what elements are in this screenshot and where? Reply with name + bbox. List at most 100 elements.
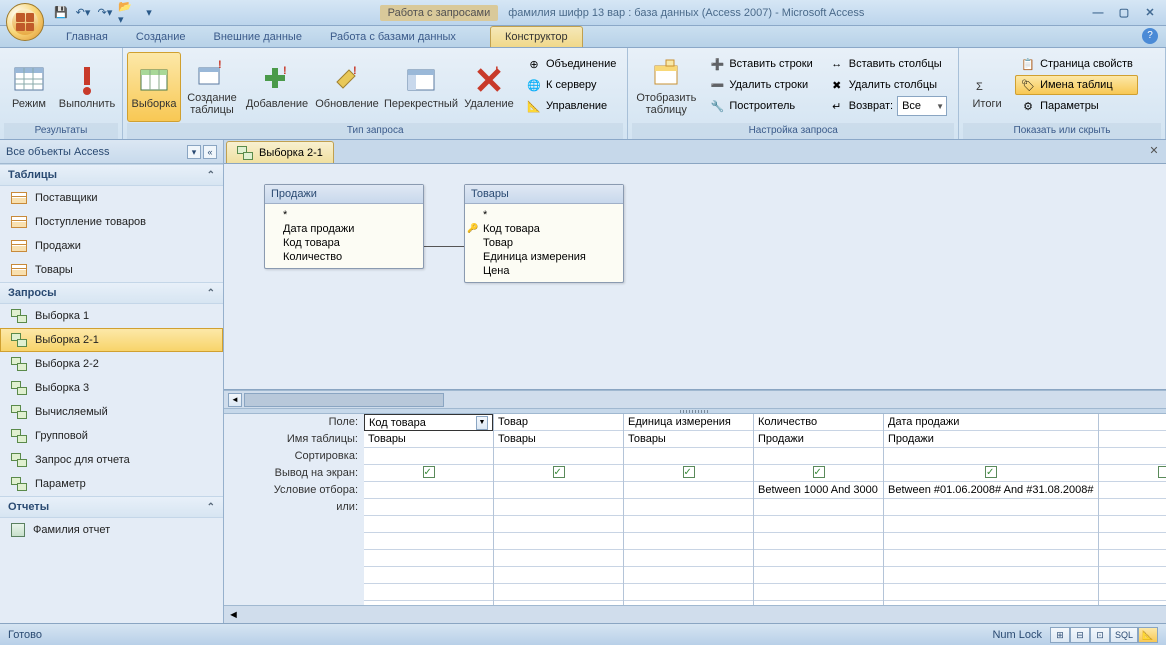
nav-item[interactable]: Поступление товаров xyxy=(0,210,223,234)
criteria-cell[interactable]: Between 1000 And 3000 xyxy=(754,482,883,499)
tab-design[interactable]: Конструктор xyxy=(490,26,583,47)
grid-cell[interactable] xyxy=(884,550,1098,567)
document-tab[interactable]: Выборка 2-1 xyxy=(226,141,334,163)
close-button[interactable]: ✕ xyxy=(1138,5,1162,21)
parameters-button[interactable]: ⚙Параметры xyxy=(1015,96,1138,116)
crosstab-button[interactable]: Перекрестный xyxy=(383,52,459,122)
doc-close-button[interactable]: ✕ xyxy=(1146,144,1162,160)
grid-cell[interactable] xyxy=(1099,550,1166,567)
table-names-button[interactable]: 🏷Имена таблиц xyxy=(1015,75,1138,95)
sort-cell[interactable] xyxy=(754,448,883,465)
show-checkbox[interactable] xyxy=(624,465,753,482)
field-item[interactable]: * xyxy=(271,208,417,222)
grid-column[interactable]: Код товара▼Товары xyxy=(364,414,494,618)
view-chart-icon[interactable]: ⊡ xyxy=(1090,627,1110,643)
minimize-button[interactable]: — xyxy=(1086,5,1110,21)
nav-item[interactable]: Поставщики xyxy=(0,186,223,210)
criteria-cell[interactable] xyxy=(364,482,493,499)
qat-redo-icon[interactable]: ↷▾ xyxy=(96,4,114,22)
field-item[interactable]: Единица измерения xyxy=(471,250,617,264)
insert-cols-button[interactable]: ↔Вставить столбцы xyxy=(824,54,952,74)
field-item[interactable]: Код товара xyxy=(271,236,417,250)
nav-header[interactable]: Все объекты Access ▾« xyxy=(0,140,223,164)
field-cell[interactable]: Количество xyxy=(754,414,883,431)
grid-cell[interactable] xyxy=(884,516,1098,533)
table-cell[interactable]: Товары xyxy=(624,431,753,448)
grid-cell[interactable] xyxy=(754,584,883,601)
criteria-cell[interactable] xyxy=(624,482,753,499)
table-box[interactable]: Продажи*Дата продажиКод товараКоличество xyxy=(264,184,424,269)
field-item[interactable]: Товар xyxy=(471,236,617,250)
sort-cell[interactable] xyxy=(884,448,1098,465)
builder-button[interactable]: 🔧Построитель xyxy=(704,96,817,116)
maximize-button[interactable]: ▢ xyxy=(1112,5,1136,21)
show-checkbox[interactable] xyxy=(884,465,1098,482)
nav-item[interactable]: Товары xyxy=(0,258,223,282)
office-button[interactable] xyxy=(6,3,44,41)
qat-undo-icon[interactable]: ↶▾ xyxy=(74,4,92,22)
field-item[interactable]: Дата продажи xyxy=(271,222,417,236)
select-query-button[interactable]: Выборка xyxy=(127,52,181,122)
table-cell[interactable]: Товары xyxy=(494,431,623,448)
nav-group-header[interactable]: Отчеты⌃ xyxy=(0,496,223,518)
or-cell[interactable] xyxy=(364,499,493,516)
field-item[interactable]: Цена xyxy=(471,264,617,278)
insert-rows-button[interactable]: ➕Вставить строки xyxy=(704,54,817,74)
nav-item[interactable]: Вычисляемый xyxy=(0,400,223,424)
grid-cell[interactable] xyxy=(1099,584,1166,601)
delete-rows-button[interactable]: ➖Удалить строки xyxy=(704,75,817,95)
or-cell[interactable] xyxy=(884,499,1098,516)
grid-hscroll[interactable]: ◄ xyxy=(224,605,1166,623)
nav-group-header[interactable]: Таблицы⌃ xyxy=(0,164,223,186)
grid-column[interactable]: КоличествоПродажиBetween 1000 And 3000 xyxy=(754,414,884,618)
field-cell[interactable] xyxy=(1099,414,1166,431)
tab-external-data[interactable]: Внешние данные xyxy=(200,27,316,47)
append-button[interactable]: ! Добавление xyxy=(243,52,311,122)
grid-column[interactable]: Дата продажиПродажиBetween #01.06.2008# … xyxy=(884,414,1099,618)
view-button[interactable]: Режим xyxy=(4,52,54,122)
grid-cell[interactable] xyxy=(1099,567,1166,584)
run-button[interactable]: Выполнить xyxy=(56,52,118,122)
grid-cell[interactable] xyxy=(754,567,883,584)
field-item[interactable]: Код товара xyxy=(471,222,617,236)
or-cell[interactable] xyxy=(1099,499,1166,516)
grid-cell[interactable] xyxy=(494,516,623,533)
grid-cell[interactable] xyxy=(364,516,493,533)
help-icon[interactable]: ? xyxy=(1142,28,1158,44)
nav-item[interactable]: Продажи xyxy=(0,234,223,258)
table-box-header[interactable]: Товары xyxy=(465,185,623,204)
nav-item[interactable]: Выборка 3 xyxy=(0,376,223,400)
nav-item[interactable]: Запрос для отчета xyxy=(0,448,223,472)
view-design-icon[interactable]: 📐 xyxy=(1138,627,1158,643)
qat-save-icon[interactable]: 💾 xyxy=(52,4,70,22)
sort-cell[interactable] xyxy=(624,448,753,465)
grid-cell[interactable] xyxy=(364,550,493,567)
grid-cell[interactable] xyxy=(624,550,753,567)
grid-column[interactable]: Единица измеренияТовары xyxy=(624,414,754,618)
or-cell[interactable] xyxy=(494,499,623,516)
grid-cell[interactable] xyxy=(494,533,623,550)
make-table-button[interactable]: ! Созданиетаблицы xyxy=(183,52,241,122)
grid-cell[interactable] xyxy=(624,516,753,533)
grid-cell[interactable] xyxy=(624,567,753,584)
grid-cell[interactable] xyxy=(754,533,883,550)
nav-group-header[interactable]: Запросы⌃ xyxy=(0,282,223,304)
nav-item[interactable]: Выборка 2-2 xyxy=(0,352,223,376)
view-datasheet-icon[interactable]: ⊞ xyxy=(1050,627,1070,643)
tab-database-tools[interactable]: Работа с базами данных xyxy=(316,27,470,47)
field-item[interactable]: * xyxy=(471,208,617,222)
passthrough-button[interactable]: 🌐К серверу xyxy=(521,75,621,95)
delete-cols-button[interactable]: ✖Удалить столбцы xyxy=(824,75,952,95)
grid-cell[interactable] xyxy=(624,584,753,601)
nav-item[interactable]: Параметр xyxy=(0,472,223,496)
grid-cell[interactable] xyxy=(364,567,493,584)
nav-item[interactable]: Групповой xyxy=(0,424,223,448)
property-sheet-button[interactable]: 📋Страница свойств xyxy=(1015,54,1138,74)
or-cell[interactable] xyxy=(624,499,753,516)
show-checkbox[interactable] xyxy=(494,465,623,482)
grid-cell[interactable] xyxy=(754,516,883,533)
field-item[interactable]: Количество xyxy=(271,250,417,264)
nav-filter-icon[interactable]: ▾ xyxy=(187,145,201,159)
field-cell[interactable]: Код товара▼ xyxy=(364,414,493,431)
criteria-cell[interactable]: Between #01.06.2008# And #31.08.2008# xyxy=(884,482,1098,499)
